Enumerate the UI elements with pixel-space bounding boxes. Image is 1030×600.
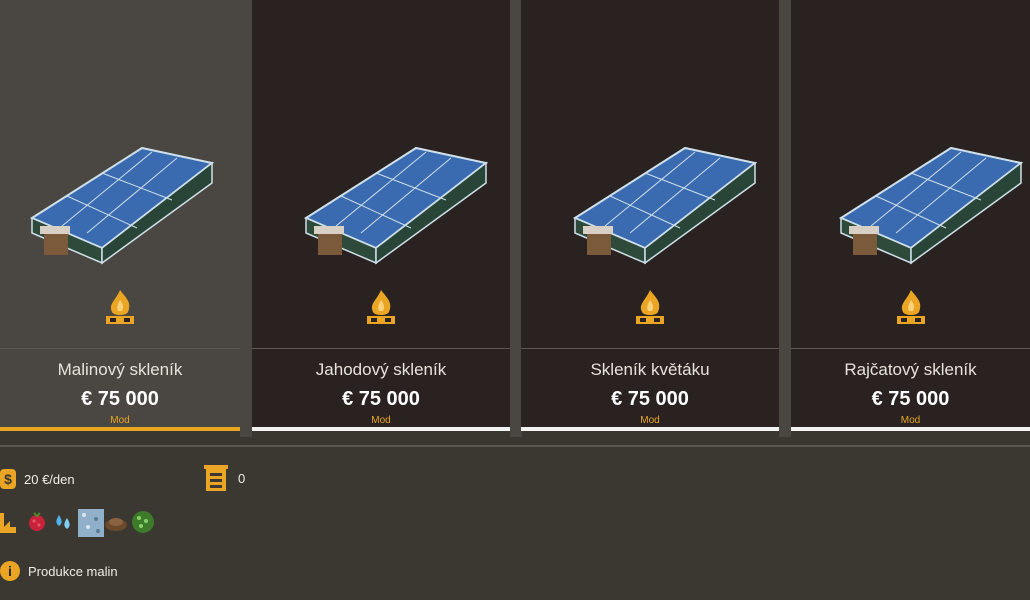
shop-item-tomato-greenhouse[interactable]: Rajčatový skleník € 75 000 Mod: [791, 0, 1030, 431]
selection-bar: [0, 427, 240, 431]
card-divider: [521, 348, 779, 349]
selection-bar: [252, 427, 510, 431]
shop-item-raspberry-greenhouse[interactable]: Malinový skleník € 75 000 Mod: [0, 0, 240, 431]
mod-badge: Mod: [371, 415, 391, 426]
upkeep-row: $ 20 €/den: [0, 465, 75, 493]
water-drops-icon: [52, 509, 74, 531]
product-price: € 75 000: [342, 388, 420, 410]
factory-icon: [0, 509, 22, 533]
storage-row: 0: [202, 463, 245, 493]
card-gap: [779, 0, 791, 437]
product-name: Skleník květáku: [590, 360, 710, 379]
fire-icon: [102, 288, 138, 333]
product-price: € 75 000: [81, 388, 159, 410]
product-name: Rajčatový skleník: [844, 360, 977, 379]
fire-icon: [363, 288, 399, 333]
product-name: Malinový skleník: [57, 360, 183, 379]
inputs-row: [0, 509, 156, 537]
card-divider: [252, 348, 510, 349]
fertilizer-icon: [130, 509, 154, 533]
mod-badge: Mod: [640, 415, 660, 426]
product-description: Produkce malin: [28, 563, 118, 579]
product-price: € 75 000: [871, 388, 950, 410]
details-panel: $ 20 €/den 0 i Produkce malin: [0, 447, 1030, 600]
product-name: Jahodový skleník: [315, 360, 447, 379]
mod-badge: Mod: [110, 415, 130, 426]
storage-count: 0: [238, 470, 246, 486]
card-divider: [0, 348, 240, 349]
gravel-icon: [78, 509, 104, 537]
shop-item-strawberry-greenhouse[interactable]: Jahodový skleník € 75 000 Mod: [252, 0, 510, 431]
upkeep-value: 20 €/den: [24, 471, 75, 487]
mod-badge: Mod: [900, 415, 921, 426]
fire-icon: [893, 288, 929, 333]
description-row: i Produkce malin: [0, 561, 118, 581]
fire-icon: [632, 288, 668, 333]
soil-icon: [104, 509, 127, 531]
card-gap: [240, 0, 252, 437]
card-divider: [791, 348, 1030, 349]
selection-bar: [791, 427, 1030, 431]
shop-item-cauliflower-greenhouse[interactable]: Skleník květáku € 75 000 Mod: [521, 0, 779, 431]
raspberry-icon: [26, 509, 48, 531]
selection-bar: [521, 427, 779, 431]
dollar-icon: $: [0, 465, 18, 493]
shop-item-row: Malinový skleník € 75 000 Mod Jahodový s…: [0, 0, 1030, 437]
barn-icon: [202, 463, 230, 493]
info-icon: i: [0, 561, 20, 581]
product-price: € 75 000: [611, 388, 689, 410]
svg-text:$: $: [4, 471, 12, 487]
